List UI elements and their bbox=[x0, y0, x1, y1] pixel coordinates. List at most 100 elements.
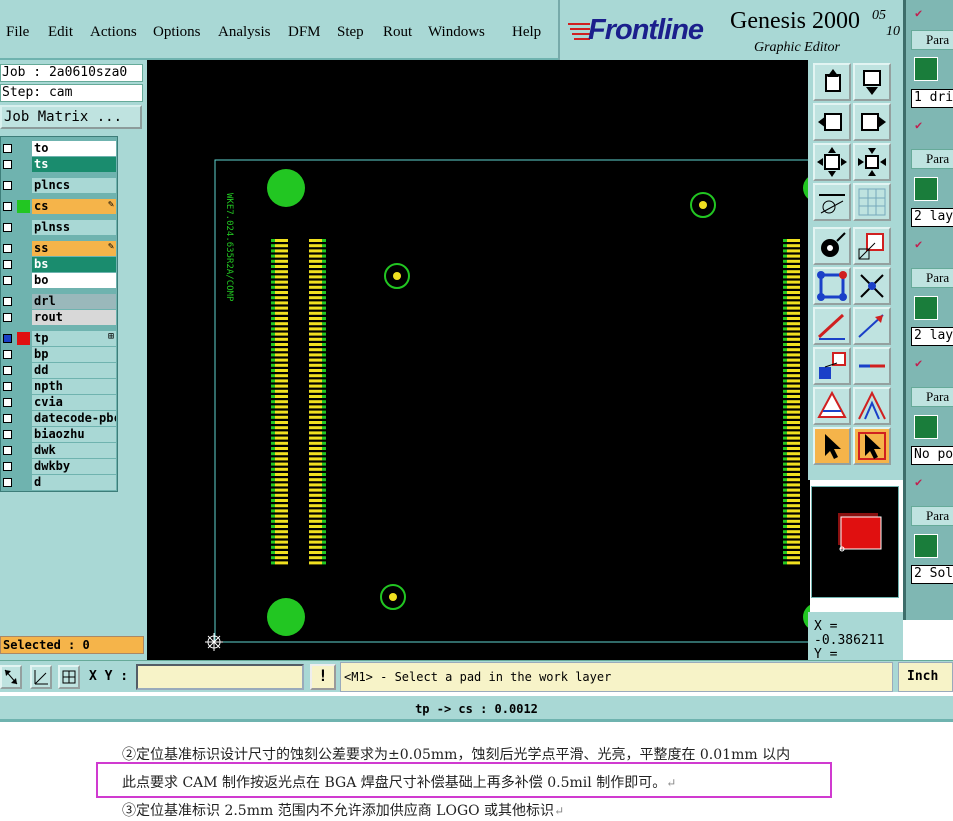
param-label[interactable]: Para bbox=[911, 268, 953, 288]
param-field[interactable]: 1 dri bbox=[911, 89, 953, 108]
layer-checkbox[interactable] bbox=[3, 478, 12, 487]
tool-grid-icon[interactable] bbox=[853, 183, 891, 221]
layer-row-dd[interactable]: dd bbox=[1, 363, 117, 378]
tool-line-add-icon[interactable] bbox=[853, 307, 891, 345]
layer-checkbox[interactable] bbox=[3, 202, 12, 211]
check-icon[interactable]: ✔ bbox=[915, 118, 922, 132]
run-icon[interactable] bbox=[914, 57, 938, 81]
layer-name[interactable]: tp bbox=[32, 331, 116, 346]
param-field[interactable]: 2 Sol bbox=[911, 565, 953, 584]
layer-row-to[interactable]: to bbox=[1, 141, 117, 156]
layer-checkbox[interactable] bbox=[3, 260, 12, 269]
layer-row-drl[interactable]: drl bbox=[1, 294, 117, 309]
tool-zoom-in-icon[interactable] bbox=[813, 143, 851, 181]
graphic-canvas[interactable]: WKE7.024.635R2A/COMP bbox=[147, 60, 810, 660]
layer-name[interactable]: datecode-pbc bbox=[32, 411, 116, 426]
layer-row-bp[interactable]: bp bbox=[1, 347, 117, 362]
tool-pan-right-icon[interactable] bbox=[853, 103, 891, 141]
layer-checkbox[interactable] bbox=[3, 313, 12, 322]
check-icon[interactable]: ✔ bbox=[915, 237, 922, 251]
tool-pad-add-icon[interactable] bbox=[813, 227, 851, 265]
layer-row-ts[interactable]: ts bbox=[1, 157, 117, 172]
layer-checkbox[interactable] bbox=[3, 366, 12, 375]
layer-checkbox[interactable] bbox=[3, 350, 12, 359]
layer-checkbox[interactable] bbox=[3, 297, 12, 306]
angle-icon[interactable] bbox=[30, 665, 52, 689]
layer-checkbox[interactable] bbox=[3, 462, 12, 471]
layer-name[interactable]: dwkby bbox=[32, 459, 116, 474]
tool-select-icon[interactable] bbox=[813, 427, 851, 465]
tool-arc-icon[interactable] bbox=[853, 387, 891, 425]
layer-row-dwk[interactable]: dwk bbox=[1, 443, 117, 458]
layer-name[interactable]: ts bbox=[32, 157, 116, 172]
layer-name[interactable]: plnss bbox=[32, 220, 116, 235]
layer-row-bo[interactable]: bo bbox=[1, 273, 117, 288]
layer-checkbox[interactable] bbox=[3, 244, 12, 253]
warning-button[interactable]: ! bbox=[310, 664, 336, 690]
tool-measure-icon[interactable] bbox=[813, 183, 851, 221]
menu-options[interactable]: Options bbox=[153, 24, 201, 41]
tool-move-icon[interactable] bbox=[813, 347, 851, 385]
layer-checkbox[interactable] bbox=[3, 181, 12, 190]
layer-row-d[interactable]: d bbox=[1, 475, 117, 490]
run-icon[interactable] bbox=[914, 177, 938, 201]
tool-select-alt-icon[interactable] bbox=[853, 427, 891, 465]
layer-row-cvia[interactable]: cvia bbox=[1, 395, 117, 410]
layer-row-plncs[interactable]: plncs bbox=[1, 178, 117, 193]
tool-cross-icon[interactable] bbox=[853, 267, 891, 305]
layer-name[interactable]: d bbox=[32, 475, 116, 490]
check-icon[interactable]: ✔ bbox=[915, 6, 922, 20]
layer-name[interactable]: rout bbox=[32, 310, 116, 325]
run-icon[interactable] bbox=[914, 296, 938, 320]
layer-name[interactable]: biaozhu bbox=[32, 427, 116, 442]
units-selector[interactable]: Inch bbox=[898, 662, 953, 692]
tool-line-icon[interactable] bbox=[813, 307, 851, 345]
run-icon[interactable] bbox=[914, 415, 938, 439]
tool-connect-icon[interactable] bbox=[813, 267, 851, 305]
menu-file[interactable]: File bbox=[6, 24, 29, 41]
xy-input[interactable] bbox=[136, 664, 304, 690]
layer-row-tp[interactable]: tp ⊞ bbox=[1, 331, 117, 346]
layer-checkbox[interactable] bbox=[3, 414, 12, 423]
layer-row-npth[interactable]: npth bbox=[1, 379, 117, 394]
layer-checkbox[interactable] bbox=[3, 382, 12, 391]
tool-zoom-down-icon[interactable] bbox=[853, 63, 891, 101]
check-icon[interactable]: ✔ bbox=[915, 356, 922, 370]
layer-checkbox[interactable] bbox=[3, 276, 12, 285]
menu-windows[interactable]: Windows bbox=[428, 24, 485, 41]
layer-name[interactable]: plncs bbox=[32, 178, 116, 193]
tool-zoom-out-icon[interactable] bbox=[853, 143, 891, 181]
tool-triangle-icon[interactable] bbox=[813, 387, 851, 425]
menu-help[interactable]: Help bbox=[512, 24, 541, 41]
layer-color-swatch[interactable] bbox=[17, 200, 30, 213]
menu-step[interactable]: Step bbox=[337, 24, 364, 41]
check-icon[interactable]: ✔ bbox=[915, 475, 922, 489]
menu-edit[interactable]: Edit bbox=[48, 24, 73, 41]
param-field[interactable]: No po bbox=[911, 446, 953, 465]
tool-split-icon[interactable] bbox=[853, 347, 891, 385]
layer-name[interactable]: ss bbox=[32, 241, 116, 256]
tool-shape-icon[interactable] bbox=[853, 227, 891, 265]
menu-rout[interactable]: Rout bbox=[383, 24, 412, 41]
layer-row-cs[interactable]: cs ✎ bbox=[1, 199, 117, 214]
preview-window[interactable] bbox=[811, 486, 899, 598]
layer-name[interactable]: dd bbox=[32, 363, 116, 378]
run-icon[interactable] bbox=[914, 534, 938, 558]
tool-zoom-up-icon[interactable] bbox=[813, 63, 851, 101]
layer-row-rout[interactable]: rout bbox=[1, 310, 117, 325]
menu-actions[interactable]: Actions bbox=[90, 24, 137, 41]
layer-row-datecode-pbc[interactable]: datecode-pbc bbox=[1, 411, 117, 426]
tool-pan-left-icon[interactable] bbox=[813, 103, 851, 141]
layer-checkbox[interactable] bbox=[3, 144, 12, 153]
grid-snap-icon[interactable] bbox=[58, 665, 80, 689]
layer-checkbox[interactable] bbox=[3, 398, 12, 407]
layer-name[interactable]: cvia bbox=[32, 395, 116, 410]
layer-row-dwkby[interactable]: dwkby bbox=[1, 459, 117, 474]
job-matrix-button[interactable]: Job Matrix ... bbox=[0, 105, 142, 129]
layer-name[interactable]: to bbox=[32, 141, 116, 156]
param-field[interactable]: 2 lay bbox=[911, 208, 953, 227]
layer-row-ss[interactable]: ss ✎ bbox=[1, 241, 117, 256]
resize-icon[interactable] bbox=[0, 665, 22, 689]
layer-row-plnss[interactable]: plnss bbox=[1, 220, 117, 235]
layer-name[interactable]: cs bbox=[32, 199, 116, 214]
